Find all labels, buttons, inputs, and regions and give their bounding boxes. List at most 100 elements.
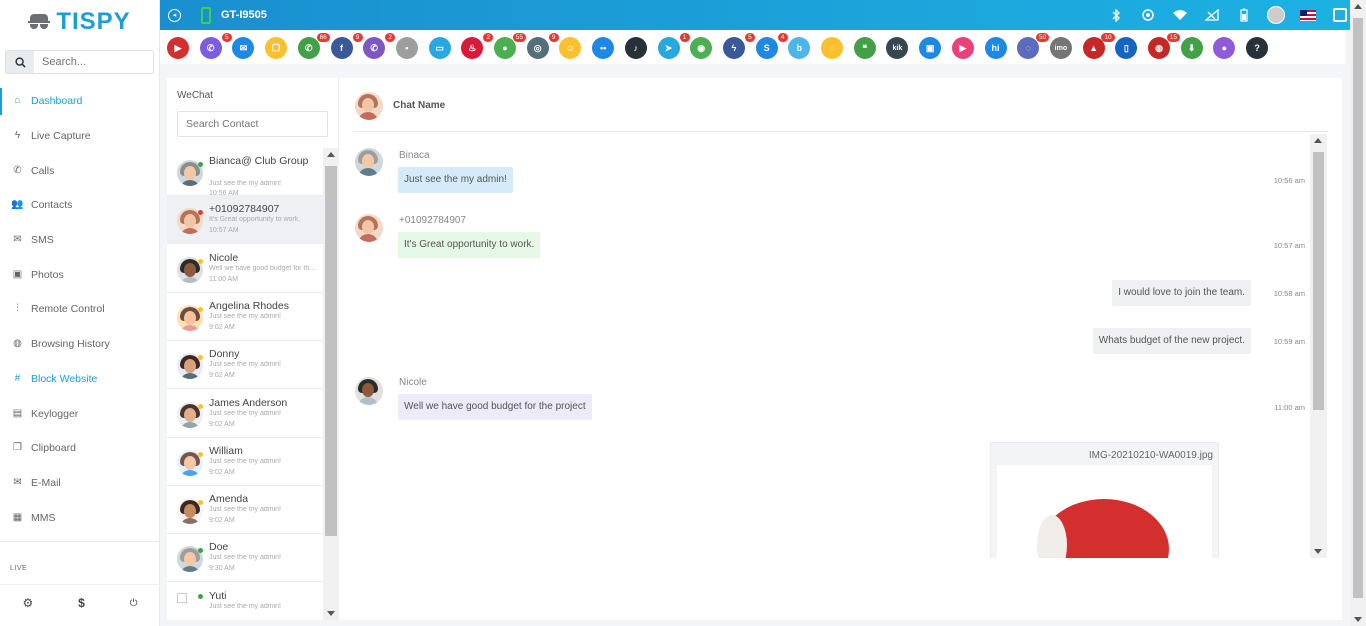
hangouts-app-icon[interactable]: ❝ [853,37,876,59]
wechat-app-icon[interactable]: ● 55 [494,33,526,59]
scroll-thumb[interactable] [1313,152,1324,410]
maps-app-icon[interactable]: ● [1213,37,1236,59]
sidebar: TISPY ⌂ Dashboard ϟ Live Capture ✆ Calls 👥 Cont… [0,0,160,626]
sidebar-item-keylogger[interactable]: ▤ Keylogger [0,396,159,431]
scroll-down-icon[interactable] [1314,549,1322,554]
contact-item[interactable]: Nicole Well we have good budget for the p… [167,245,323,293]
user-avatar[interactable] [1260,6,1292,24]
device-app-icon[interactable]: ▯ [1115,37,1138,59]
browser-glyph: ◍ [1155,42,1163,53]
message-avatar [355,377,383,405]
power-icon[interactable]: ⏻ [130,598,138,609]
dollar-icon[interactable]: $ [78,596,85,610]
device-name[interactable]: GT-I9505 [221,9,267,21]
sidebar-item-photos[interactable]: ▣ Photos [0,257,159,292]
sidebar-footer: ⚙ $ ⏻ [0,592,160,614]
clipboard-icon: ▤ [12,407,23,419]
email-app-icon[interactable]: ✉ [232,37,255,59]
bip-app-icon[interactable]: b [788,37,811,59]
sidebar-item-label: E-Mail [31,476,61,489]
video-app-icon[interactable]: ▶ [951,37,974,59]
contact-scrollbar[interactable] [323,148,339,620]
contact-item[interactable]: James Anderson Just see the my admin! 9:02… [167,390,323,438]
scroll-up-icon[interactable] [1314,138,1322,143]
scroll-down-icon[interactable] [327,611,335,616]
telegram-app-icon[interactable]: ➤ 1 [657,33,690,59]
sidebar-item-sms[interactable]: ✉ SMS [0,223,159,258]
photos-app-icon[interactable]: ▲ 10 [1082,33,1115,59]
back-icon[interactable]: ◂ [168,8,181,22]
whatsapp-app-icon[interactable]: ✆ 66 [297,33,330,59]
sidebar-search-input[interactable] [34,51,153,73]
talk-glyph: ◌ [829,43,835,53]
sidebar-item-e-mail[interactable]: ✉ E-Mail [0,466,159,501]
contact-item[interactable]: Yuti Just see the my admin! [167,583,323,620]
image-attachment[interactable]: IMG-20210210-WA0019.jpg [990,442,1219,558]
notification-badge: 1 [679,33,690,42]
contact-item[interactable]: +01092784907 It's Great opportunity to wo… [167,196,323,245]
copy-icon: ❐ [13,442,22,454]
sidebar-item-clipboard[interactable]: ❐ Clipboard [0,431,159,466]
sidebar-item-dashboard[interactable]: ⌂ Dashboard [0,84,159,119]
contact-time: 9:02 AM [209,372,235,380]
tinder-app-icon[interactable]: ♨ 2 [461,33,494,59]
scroll-thumb[interactable] [1353,18,1363,598]
gallery-app-icon[interactable]: ▣ [919,37,942,59]
contact-item[interactable]: Donny Just see the my admin! 9:02 AM [167,341,323,390]
message-time: 10:57 am [1273,241,1305,250]
contact-item[interactable]: Angelina Rhodes Just see the my admin! 9:0… [167,293,323,341]
scroll-up-icon[interactable] [327,152,335,157]
instagram-app-icon[interactable]: ◎ 9 [526,33,559,59]
notification-badge: 2 [385,33,396,42]
notification-badge: 10 [1101,33,1115,42]
flag-icon[interactable] [1292,9,1324,21]
browser-app-icon[interactable]: ◍ 15 [1148,33,1180,59]
clipboard-app-icon[interactable]: ❐ [265,37,288,59]
divider [0,584,160,585]
sidebar-item-contacts[interactable]: 👥 Contacts [0,188,159,223]
scroll-thumb[interactable] [325,166,337,536]
chat-scrollbar[interactable] [1310,134,1327,558]
sidebar-item-browsing-history[interactable]: ◍ Browsing History [0,327,159,362]
tiktok-app-icon[interactable]: ♪ [624,37,647,59]
sidebar-item-mms[interactable]: ▦ MMS [0,500,159,535]
imo-app-icon[interactable]: imo [1049,37,1072,59]
snapchat-app-icon[interactable]: ☺ [559,37,582,59]
scroll-down-icon[interactable] [1354,617,1362,622]
contact-item[interactable]: Bianca@ Club Group Just see the my admin!… [167,148,323,197]
sidebar-item-remote-control[interactable]: ⫶ Remote Control [0,292,159,327]
line-app-icon[interactable]: ◉ [690,37,713,59]
settings-icon[interactable]: ⚙ [22,596,33,610]
contact-item[interactable]: William Just see the my admin! 9:02 AM [167,438,323,486]
kik-app-icon[interactable]: kik [886,37,909,59]
hi-app-icon[interactable]: hi [984,37,1007,59]
facebook-app-icon[interactable]: f9 [330,33,363,59]
skype-app-icon[interactable]: S4 [755,33,788,59]
brand-logo[interactable]: TISPY [0,0,159,44]
sidebar-item-label: Clipboard [31,442,76,455]
page-scrollbar[interactable] [1350,0,1366,626]
flickr-app-icon[interactable]: •• [592,37,615,59]
attachment-image[interactable] [997,465,1212,558]
files-app-icon[interactable]: ▪ [395,37,418,59]
contact-search-input[interactable] [177,111,328,137]
messenger-app-icon[interactable]: ϟ5 [722,33,755,59]
search-button[interactable] [6,51,34,73]
sidebar-item-calls[interactable]: ✆ Calls [0,153,159,188]
talk-app-icon[interactable]: ◌ [821,37,843,59]
help-app-icon[interactable]: ? [1246,37,1269,59]
calls-app-icon[interactable]: ✆ 5 [199,33,232,59]
viber-app-icon[interactable]: ✆ 2 [363,33,396,59]
screen-app-icon[interactable]: ▭ [428,37,451,59]
contact-time: 10:57 AM [209,227,239,235]
contact-item[interactable]: Doe Just see the my admin! 9:30 AM [167,534,323,583]
sidebar-item-block-website[interactable]: # Block Website [0,362,159,397]
sidebar-item-live-capture[interactable]: ϟ Live Capture [0,119,159,154]
contact-item[interactable]: Amenda Just see the my admin! 9:02 AM [167,486,323,535]
signal-app-icon[interactable]: ◌ 50 [1017,33,1050,59]
notification-badge: 5 [744,33,755,42]
youtube-app-icon[interactable]: ▶ [167,37,189,59]
download-app-icon[interactable]: ⬇ [1180,37,1203,59]
scroll-up-icon[interactable] [1354,4,1362,9]
contact-name: Yuti [209,589,227,602]
